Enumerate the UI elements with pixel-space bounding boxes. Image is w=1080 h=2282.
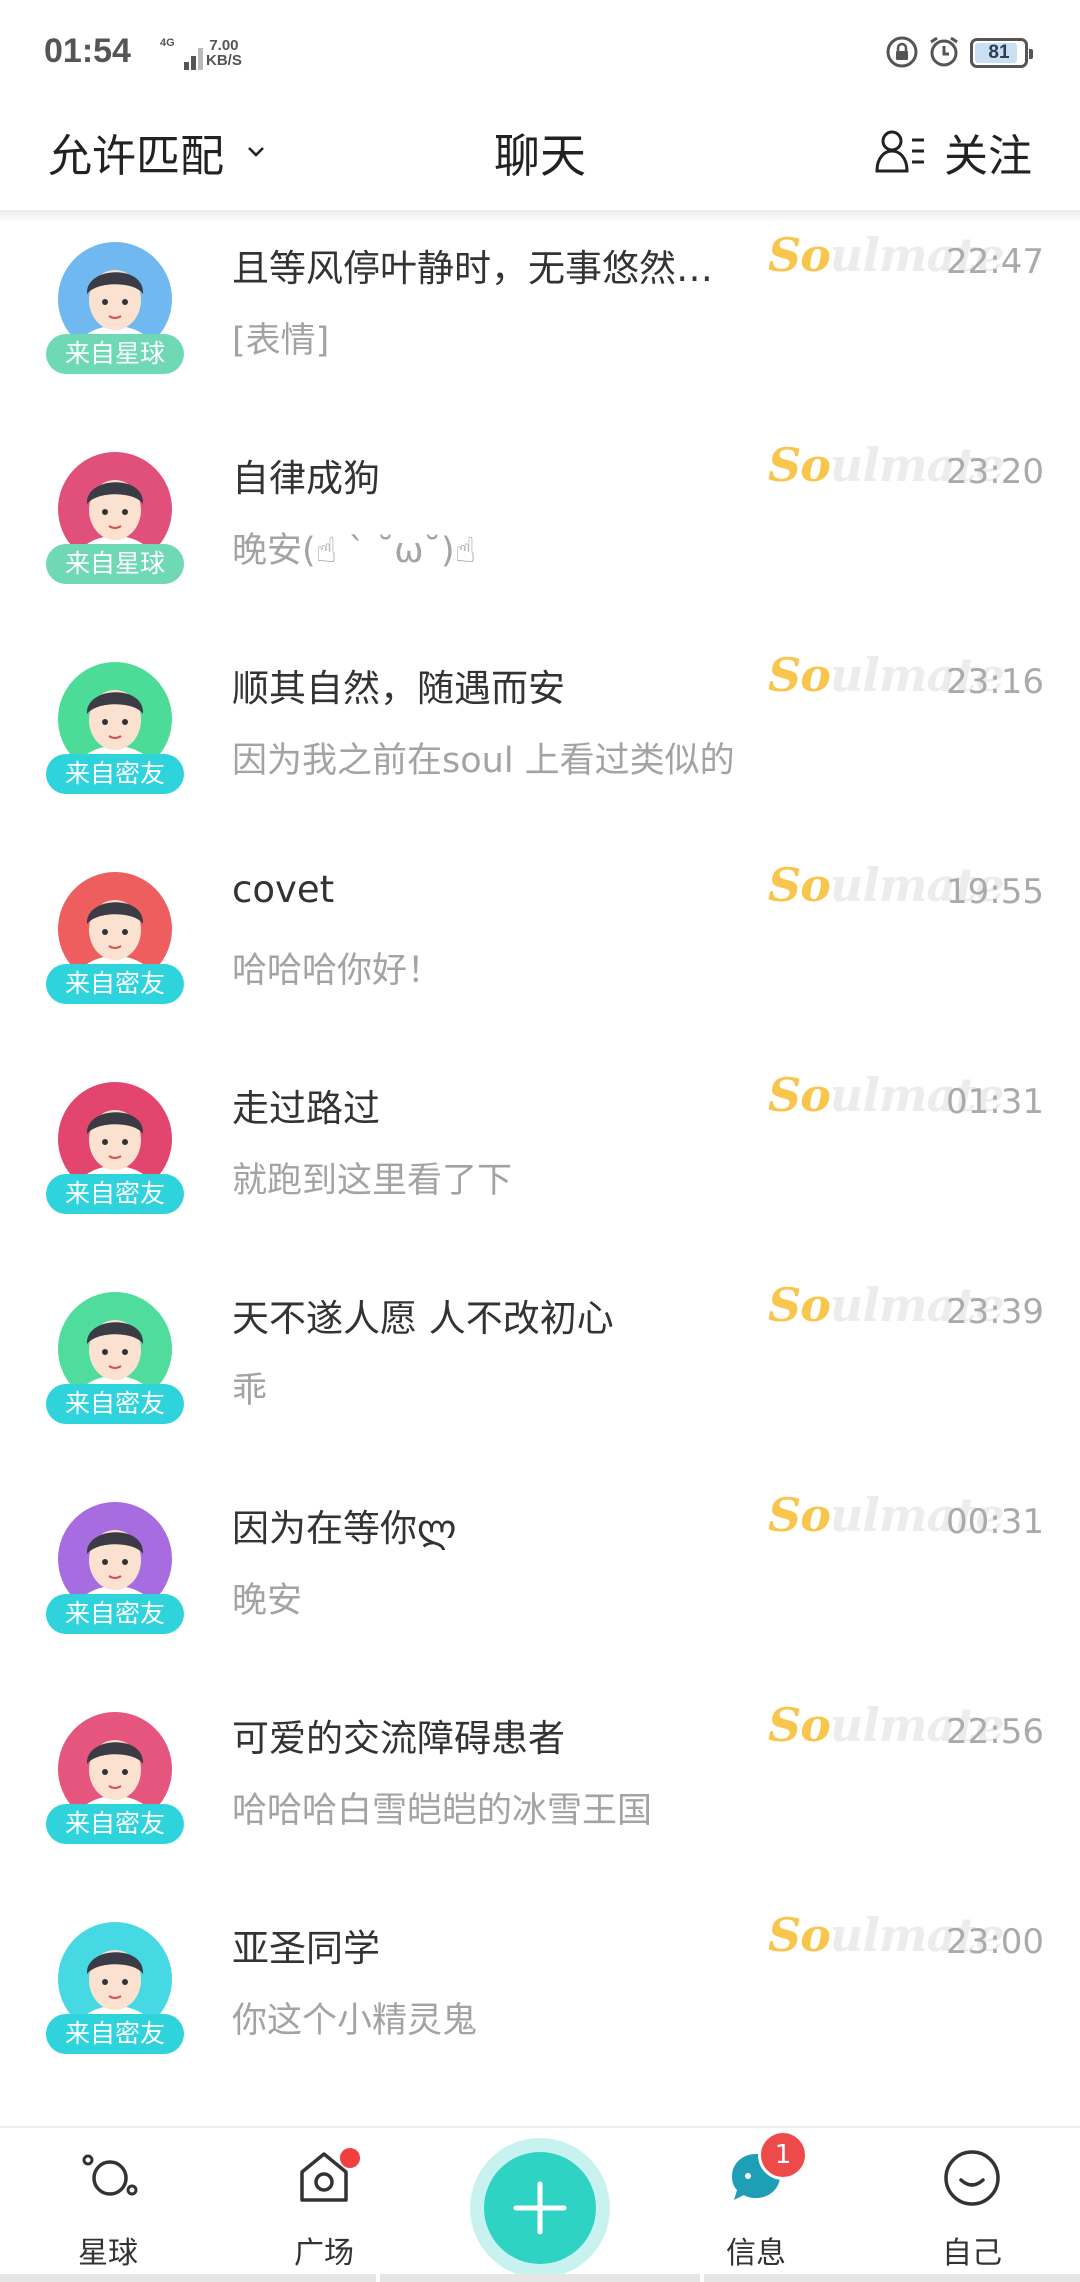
chat-row[interactable]: 来自密友 顺其自然，随遇而安 因为我之前在soul 上看过类似的 Soulmate 23… — [0, 632, 1080, 842]
chat-name: covet — [232, 868, 335, 911]
gesture-bar-segment — [0, 2274, 376, 2282]
soulmate-tag-first: So — [768, 1278, 831, 1332]
chat-time: 22:56 — [946, 1712, 1044, 1752]
soulmate-tag-first: So — [768, 438, 831, 492]
soulmate-tag-first: So — [768, 1068, 831, 1122]
source-badge: 来自密友 — [46, 1594, 184, 1634]
soulmate-tag-first: So — [768, 228, 831, 282]
source-badge: 来自密友 — [46, 964, 184, 1004]
chat-row[interactable]: 来自密友 covet 哈哈哈你好！ Soulmate 19:55 — [0, 842, 1080, 1052]
chat-name: 自律成狗 — [232, 457, 380, 500]
chat-time: 00:31 — [946, 1502, 1044, 1542]
nav-planet[interactable]: 星球 — [28, 2128, 188, 2282]
nav-square-label: 广场 — [294, 2236, 354, 2271]
soulmate-tag-first: So — [768, 1908, 831, 1962]
source-badge: 来自密友 — [46, 754, 184, 794]
source-badge: 来自密友 — [46, 1804, 184, 1844]
soulmate-tag-first: So — [768, 1698, 831, 1752]
chat-last-message: 晚安(☝ ˋ ˘ω˘)☝ — [232, 531, 476, 571]
nav-self-label: 自己 — [942, 2236, 1002, 2271]
chat-last-message: 因为我之前在soul 上看过类似的 — [232, 741, 735, 781]
gesture-bar-segment — [704, 2274, 1080, 2282]
chat-name: 且等风停叶静时，无事悠然… — [232, 247, 713, 290]
chat-time: 23:39 — [946, 1292, 1044, 1332]
soulmate-tag-first: So — [768, 858, 831, 912]
speed-value: 7.00 — [209, 37, 239, 54]
follow-button[interactable]: 关注 — [874, 120, 1032, 184]
chat-row[interactable]: 来自密友 天不遂人愿 人不改初心乖 Soulmate 23:39 — [0, 1262, 1080, 1472]
status-bar: 01:54 4G 7.00 KB/S 81 — [0, 0, 1080, 100]
battery-indicator: 81 — [970, 38, 1033, 68]
chat-name: 可爱的交流障碍患者 — [232, 1717, 565, 1760]
chat-last-message: 就跑到这里看了下 — [232, 1161, 513, 1201]
source-badge: 来自密友 — [46, 1384, 184, 1424]
signal-4g-icon: 4G — [160, 37, 203, 70]
chat-last-message: 乖 — [232, 1371, 268, 1411]
chat-row[interactable]: 来自密友 可爱的交流障碍患者 哈哈哈白雪皑皑的冰雪王国 Soulmate 22:56 — [0, 1682, 1080, 1892]
chat-name: 亚圣同学 — [232, 1927, 380, 1970]
chat-last-message: 哈哈哈白雪皑皑的冰雪王国 — [232, 1791, 653, 1831]
chat-header: 允许匹配 聊天 关注 — [0, 100, 1080, 212]
chat-row[interactable]: 来自密友 亚圣同学 你这个小精灵鬼 Soulmate 23:00 — [0, 1892, 1080, 2102]
chat-time: 23:00 — [946, 1922, 1044, 1962]
create-post-button[interactable] — [470, 2138, 610, 2278]
speed-unit: KB/S — [206, 52, 242, 69]
network-type: 4G — [160, 37, 175, 49]
alarm-icon — [930, 36, 958, 67]
chat-name: 走过路过 — [232, 1087, 380, 1130]
status-time: 01:54 — [44, 32, 131, 70]
chat-last-message: 晚安 — [232, 1581, 303, 1621]
chat-row[interactable]: 来自星球 自律成狗 晚安(☝ ˋ ˘ω˘)☝ Soulmate 23:20 — [0, 422, 1080, 632]
chat-last-message: 哈哈哈你好！ — [232, 951, 443, 991]
nav-square[interactable]: 广场 — [244, 2128, 404, 2282]
chat-name: 因为在等你ლ — [232, 1507, 457, 1550]
network-speed: 7.00 KB/S — [206, 38, 242, 68]
nav-planet-label: 星球 — [78, 2236, 138, 2271]
chat-name: 天不遂人愿 人不改初心 — [232, 1297, 614, 1340]
gesture-bar-segment — [380, 2274, 700, 2282]
bottom-navigation: 星球 广场 1 信息 自己 — [0, 2126, 1080, 2282]
rotation-lock-icon — [886, 36, 918, 68]
user-list-icon — [875, 130, 924, 173]
chat-time: 23:16 — [946, 662, 1044, 702]
chat-last-message: 你这个小精灵鬼 — [232, 2001, 478, 2041]
chat-time: 23:20 — [946, 452, 1044, 492]
soulmate-tag-first: So — [768, 1488, 831, 1542]
source-badge: 来自密友 — [46, 2014, 184, 2054]
square-notification-dot — [340, 2148, 360, 2168]
plus-icon — [513, 2181, 567, 2235]
source-badge: 来自密友 — [46, 1174, 184, 1214]
follow-label: 关注 — [944, 131, 1032, 182]
nav-self[interactable]: 自己 — [892, 2128, 1052, 2282]
source-badge: 来自星球 — [46, 544, 184, 584]
chat-time: 22:47 — [946, 242, 1044, 282]
chat-last-message: [表情] — [232, 321, 330, 361]
nav-message-label: 信息 — [726, 2236, 786, 2271]
chat-time: 19:55 — [946, 872, 1044, 912]
chat-time: 01:31 — [946, 1082, 1044, 1122]
planet-icon — [82, 2154, 138, 2196]
battery-level: 81 — [988, 42, 1010, 63]
chat-name: 顺其自然，随遇而安 — [232, 667, 565, 710]
chat-row[interactable]: 来自星球 且等风停叶静时，无事悠然… [表情] Soulmate 22:47 — [0, 212, 1080, 422]
nav-message[interactable]: 1 信息 — [676, 2128, 836, 2282]
chat-row[interactable]: 来自密友 走过路过 就跑到这里看了下 Soulmate 01:31 — [0, 1052, 1080, 1262]
smile-icon — [944, 2150, 1000, 2206]
message-count-badge: 1 — [758, 2130, 808, 2180]
source-badge: 来自星球 — [46, 334, 184, 374]
chat-row[interactable]: 来自密友 因为在等你ლ 晚安 Soulmate 00:31 — [0, 1472, 1080, 1682]
soulmate-tag-first: So — [768, 648, 831, 702]
